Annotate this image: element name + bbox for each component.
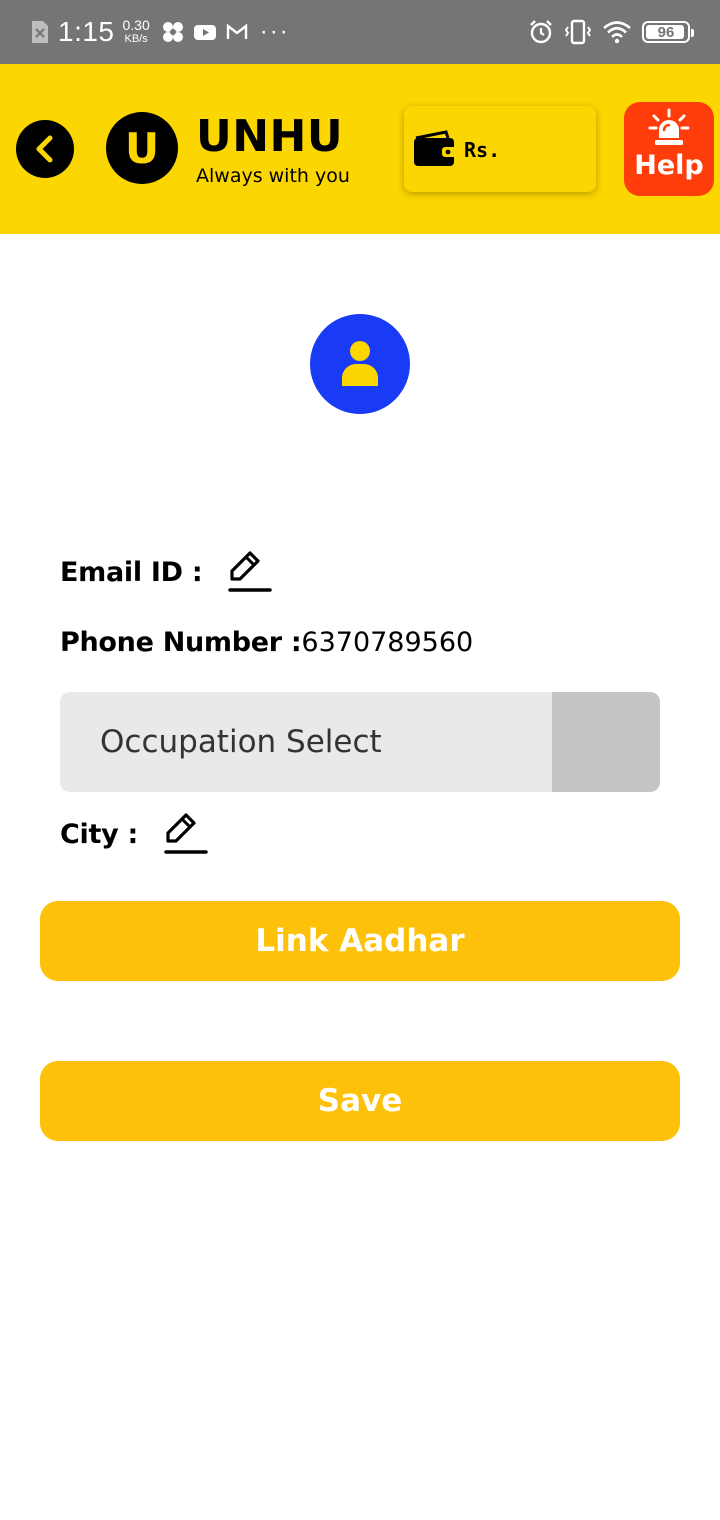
youtube-icon [193,25,216,40]
battery-level: 96 [657,23,675,41]
chevron-left-icon [36,135,53,163]
edit-city-icon[interactable] [164,811,208,857]
help-sos-button[interactable]: Help [624,102,714,196]
network-speed-value: 0.30 [122,17,150,33]
network-speed-unit: KB/s [124,33,148,45]
link-aadhar-button[interactable]: Link Aadhar [40,901,680,981]
brand-logo: U [106,112,178,184]
brand-name: UNHU [196,111,344,162]
help-label: Help [634,150,704,181]
user-icon [342,341,378,386]
brand-tagline: Always with you [196,165,350,187]
phone-label: Phone Number : [60,626,302,658]
occupation-select[interactable]: Occupation Select [60,692,660,792]
occupation-select-dropdown-handle[interactable] [552,692,660,792]
wifi-icon [603,21,631,44]
city-field-row: City : [60,802,208,866]
edit-email-icon[interactable] [228,549,273,595]
network-speed: 0.30 KB/s [123,18,150,46]
email-field-row: Email ID : [60,540,273,604]
phone-field-row: Phone Number : 6370789560 [60,620,473,664]
sim-card-icon [32,21,48,43]
status-bar: 1:15 0.30 KB/s ··· 96 [0,0,720,64]
app-header: U UNHU Always with you Rs. Help [0,64,720,234]
brand: UNHU Always with you [196,112,350,188]
status-bar-left: 1:15 0.30 KB/s ··· [30,0,290,64]
occupation-select-placeholder: Occupation Select [100,724,382,760]
wallet-balance: Rs. [464,138,501,162]
clock: 1:15 [58,16,115,47]
back-button[interactable] [16,120,74,178]
more-notifications-icon: ··· [259,18,290,45]
status-bar-right: 96 [528,0,694,64]
profile-avatar[interactable] [310,314,410,414]
brand-logo-letter: U [124,123,160,173]
vibrate-icon [564,19,592,45]
wallet-balance-button[interactable]: Rs. [404,106,596,192]
fan-icon [162,22,183,42]
phone-value: 6370789560 [301,626,474,658]
alarm-icon [530,20,552,44]
email-label: Email ID : [60,556,203,588]
wallet-icon [414,130,458,166]
siren-icon [648,108,690,145]
gmail-icon [226,23,247,39]
battery-indicator: 96 [642,21,694,43]
save-button[interactable]: Save [40,1061,680,1141]
city-label: City : [60,818,138,850]
